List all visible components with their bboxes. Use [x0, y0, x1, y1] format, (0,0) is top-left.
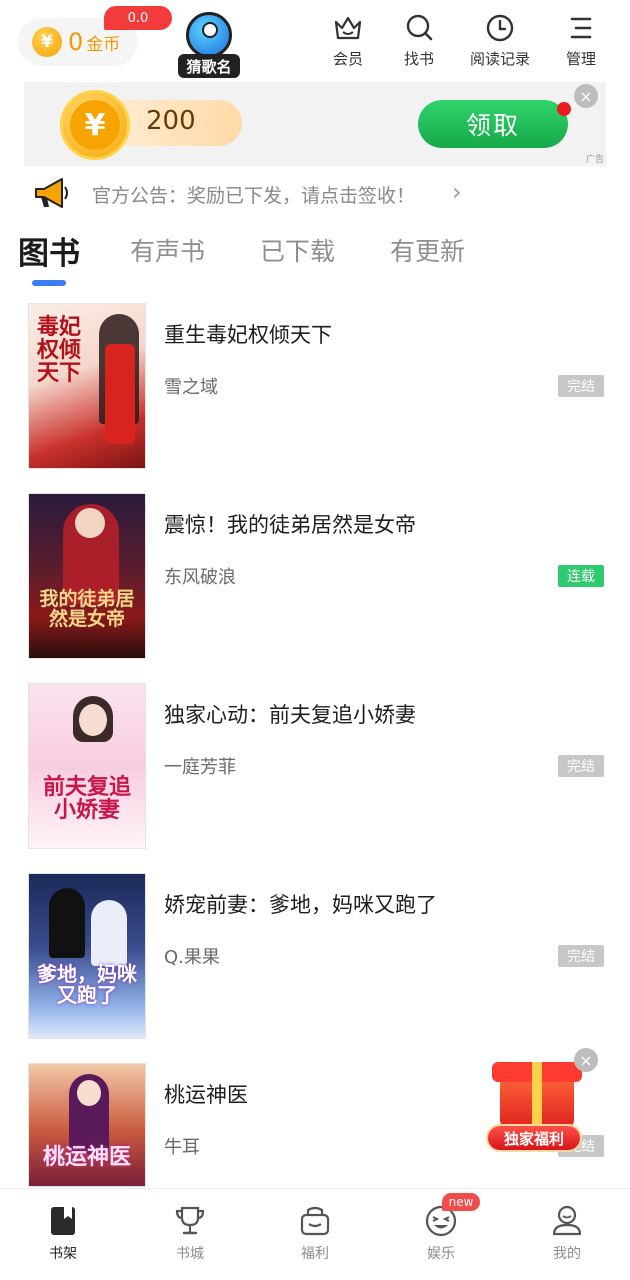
tab-updated[interactable]: 有更新 [390, 232, 465, 268]
cover-figure [49, 888, 85, 958]
reading-history-button[interactable]: 阅读记录 [470, 12, 530, 72]
cover-title: 毒妃权倾天下 [36, 314, 81, 387]
book-title: 重生毒妃权倾天下 [164, 323, 332, 347]
active-tab-indicator [32, 280, 66, 286]
book-item[interactable]: 我的徒弟居然是女帝 震惊！我的徒弟居然是女帝 东风破浪 连载 [0, 493, 630, 683]
coin-value: 0 [68, 28, 84, 56]
book-title: 震惊！我的徒弟居然是女帝 [164, 513, 416, 537]
nav-bookshelf[interactable]: 书架 [23, 1203, 103, 1263]
coin-unit: 金币 [86, 34, 121, 55]
announcement-bar[interactable]: 官方公告：奖励已下发，请点击签收！ › [0, 166, 630, 222]
exclusive-welfare-promo[interactable]: 独家福利 × [486, 1048, 598, 1158]
status-badge: 完结 [558, 755, 604, 777]
cover-title: 爹地，妈咪又跑了 [37, 962, 137, 1007]
tab-books[interactable]: 图书 [18, 228, 80, 273]
book-author: 一庭芳菲 [164, 757, 236, 778]
book-author: Q.果果 [164, 947, 220, 968]
claim-button[interactable]: 领取 [418, 100, 568, 148]
book-title: 娇宠前妻：爹地，妈咪又跑了 [164, 893, 437, 917]
nav-profile-label: 我的 [553, 1246, 581, 1262]
close-icon[interactable]: × [574, 84, 598, 108]
book-cover: 爹地，妈咪又跑了 [28, 873, 146, 1039]
nav-bookshelf-label: 书架 [49, 1246, 77, 1262]
book-cover: 桃运神医 [28, 1063, 146, 1187]
vip-label: 会员 [332, 50, 363, 68]
manage-label: 管理 [565, 50, 596, 68]
cover-title: 前夫复追小娇妻 [42, 774, 131, 824]
bookshelf-icon [51, 1207, 75, 1235]
bottom-navigation: 书架 书城 福利 娱乐 我的 [0, 1188, 630, 1280]
guess-song-game-button[interactable]: 猜歌名 [178, 12, 240, 78]
ad-tag: 广告 [586, 155, 605, 165]
nav-profile[interactable]: 我的 [527, 1203, 607, 1263]
status-badge: 完结 [558, 375, 604, 397]
announcement-text: 官方公告：奖励已下发，请点击签收！ [92, 185, 416, 207]
cover-face [77, 1080, 101, 1106]
coin-icon: ¥ [60, 90, 130, 160]
book-cover: 前夫复追小娇妻 [28, 683, 146, 849]
microphone-head [202, 22, 218, 38]
gift-box-ribbon [532, 1062, 542, 1128]
clock-icon [486, 14, 514, 42]
book-item[interactable]: 毒妃权倾天下 重生毒妃权倾天下 雪之域 完结 [0, 303, 630, 493]
cover-face [79, 704, 107, 736]
nav-bookstore[interactable]: 书城 [150, 1203, 230, 1263]
nav-bookstore-label: 书城 [176, 1246, 204, 1262]
coin-cash-badge: 0.0 [104, 6, 172, 30]
top-header: ¥ 0 金币 0.0 猜歌名 会员 找书 阅读记录 管理 [0, 0, 630, 80]
book-title: 独家心动：前夫复追小娇妻 [164, 703, 416, 727]
find-book-button[interactable]: 找书 [403, 12, 435, 72]
book-author: 东风破浪 [164, 567, 236, 588]
book-item[interactable]: 前夫复追小娇妻 独家心动：前夫复追小娇妻 一庭芳菲 完结 [0, 683, 630, 873]
close-icon[interactable]: × [574, 1048, 598, 1072]
status-badge: 完结 [558, 945, 604, 967]
cover-face [75, 508, 105, 538]
crown-icon [334, 16, 362, 40]
notification-dot [557, 102, 571, 116]
nav-entertainment[interactable]: 娱乐 [401, 1203, 481, 1263]
tab-downloaded[interactable]: 已下载 [260, 232, 335, 268]
vip-button[interactable]: 会员 [332, 12, 364, 72]
yuan-coin-icon: ¥ [32, 27, 62, 57]
search-icon [406, 14, 433, 41]
cover-figure [91, 900, 127, 966]
megaphone-icon [35, 178, 68, 208]
menu-icon [570, 17, 592, 39]
book-cover: 我的徒弟居然是女帝 [28, 493, 146, 659]
cover-title: 桃运神医 [42, 1144, 131, 1170]
book-title: 桃运神医 [164, 1083, 248, 1107]
promo-label: 独家福利 [486, 1124, 582, 1152]
ad-banner[interactable]: ¥ 200 领取 × 广告 [24, 82, 606, 166]
book-cover: 毒妃权倾天下 [28, 303, 146, 469]
gift-basket-icon [300, 1206, 330, 1236]
book-item[interactable]: 爹地，妈咪又跑了 娇宠前妻：爹地，妈咪又跑了 Q.果果 完结 [0, 873, 630, 1063]
user-icon [552, 1205, 582, 1236]
nav-welfare[interactable]: 福利 [275, 1203, 355, 1263]
cover-title: 我的徒弟居然是女帝 [39, 588, 135, 630]
book-author: 牛耳 [164, 1137, 200, 1158]
status-badge: 连载 [558, 565, 604, 587]
new-badge: new [442, 1193, 480, 1211]
ad-coin-amount: 200 [146, 106, 196, 136]
reading-history-label: 阅读记录 [470, 50, 531, 68]
trophy-icon [175, 1206, 205, 1235]
manage-button[interactable]: 管理 [565, 12, 597, 72]
cover-dress [105, 344, 135, 444]
guess-song-label: 猜歌名 [178, 54, 240, 78]
nav-welfare-label: 福利 [301, 1246, 329, 1262]
chevron-right-icon: › [452, 178, 462, 206]
tab-audiobooks[interactable]: 有声书 [130, 232, 205, 268]
find-book-label: 找书 [403, 50, 434, 68]
book-author: 雪之域 [164, 377, 218, 398]
ad-coin-symbol: ¥ [70, 100, 120, 150]
nav-entertainment-label: 娱乐 [427, 1246, 455, 1262]
